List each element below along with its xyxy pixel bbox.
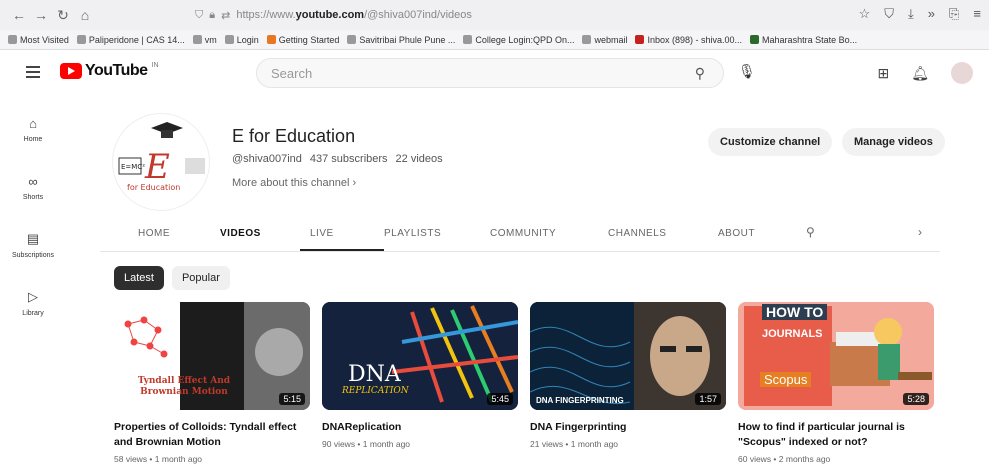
bookmark-item[interactable]: Inbox (898) - shiva.00... (635, 35, 742, 45)
bookmark-item[interactable]: College Login:QPD On... (463, 35, 574, 45)
video-title[interactable]: DNAReplication (322, 420, 518, 435)
shield-icon: ⛉ (195, 8, 204, 21)
video-title[interactable]: How to find if particular journal is "Sc… (738, 420, 934, 450)
download-icon[interactable]: ⤓ (908, 6, 914, 22)
video-card[interactable]: DNA REPLICATION 5:45 DNAReplication 90 v… (322, 302, 518, 449)
sidebar-item-home[interactable]: ⌂ Home (0, 100, 66, 158)
search-channel-icon[interactable]: ⚲ (806, 225, 815, 239)
subscriptions-icon: ▤ (26, 231, 40, 246)
thumbnail-text: DNA FINGERPRINTING (536, 396, 624, 405)
tab-home[interactable]: HOME (138, 228, 170, 239)
notifications-bell-icon[interactable]: 🔔︎ (911, 65, 929, 82)
search-input[interactable]: Search ⚲ (256, 58, 724, 88)
tab-about[interactable]: ABOUT (718, 228, 755, 239)
thumbnail-text: HOW TO (762, 304, 828, 320)
video-title[interactable]: Properties of Colloids: Tyndall effect a… (114, 420, 310, 450)
video-thumbnail[interactable]: DNA REPLICATION 5:45 (322, 302, 518, 410)
tab-videos[interactable]: VIDEOS (220, 228, 261, 239)
more-about-channel-link[interactable]: More about this channel › (232, 177, 356, 189)
yt-header: YouTube IN Search ⚲ 🎙︎ ⊞ 🔔︎ (0, 50, 989, 96)
hamburger-menu-icon[interactable] (26, 66, 40, 78)
chevron-right-icon: › (352, 177, 357, 189)
avatar[interactable] (951, 62, 973, 84)
video-meta: 58 views • 1 month ago (114, 454, 203, 464)
pocket-icon[interactable]: ⛉ (884, 6, 894, 22)
bookmark-item[interactable]: vm (192, 35, 217, 45)
youtube-play-icon (60, 63, 82, 79)
tab-playlists[interactable]: PLAYLISTS (384, 228, 441, 239)
sidebar-item-subscriptions[interactable]: ▤ Subscriptions (0, 216, 66, 274)
home-browser-icon[interactable]: ⌂ (74, 7, 96, 23)
channel-name: E for Education (232, 126, 356, 146)
video-thumbnail[interactable]: Tyndall Effect And Brownian Motion 5:15 (114, 302, 310, 410)
manage-videos-button[interactable]: Manage videos (842, 128, 945, 156)
channel-tabs: HOME VIDEOS LIVE PLAYLISTS COMMUNITY CHA… (100, 220, 940, 252)
video-thumbnail[interactable]: HOW TO JOURNALS Scopus 5:28 (738, 302, 934, 410)
search-icon[interactable]: ⚲ (695, 65, 705, 82)
permissions-icon: ⇄ (221, 9, 231, 22)
bookmark-item[interactable]: webmail (582, 35, 627, 45)
bookmark-item[interactable]: Getting Started (266, 35, 339, 45)
forward-icon[interactable]: → (30, 7, 52, 23)
video-thumbnail[interactable]: DNA FINGERPRINTING 1:57 (530, 302, 726, 410)
library-icon: ▷ (28, 289, 38, 304)
bookmark-item[interactable]: Most Visited (8, 35, 69, 45)
bookmark-item[interactable]: Login (224, 35, 259, 45)
tab-live[interactable]: LIVE (310, 228, 334, 239)
active-tab-indicator (300, 249, 384, 251)
reload-icon[interactable]: ↻ (52, 7, 74, 24)
thumbnail-subtext: JOURNALS (762, 328, 823, 340)
sidebar-item-shorts[interactable]: ∞ Shorts (0, 158, 66, 216)
youtube-logo[interactable]: YouTube IN (60, 62, 159, 80)
svg-text:for Education: for Education (127, 183, 180, 192)
video-meta: 60 views • 2 months ago (738, 454, 831, 464)
channel-avatar[interactable]: E=MC² E for Education (112, 113, 210, 211)
chevron-right-icon[interactable]: › (918, 225, 923, 239)
scopus-logo: Scopus (760, 372, 812, 387)
extensions-icon[interactable]: ⎘ (949, 6, 959, 22)
svg-text:E: E (144, 147, 170, 187)
chip-latest[interactable]: Latest (114, 266, 164, 290)
chip-popular[interactable]: Popular (171, 266, 230, 290)
thumbnail-text: Tyndall Effect And Brownian Motion (137, 376, 231, 397)
sort-chips: Latest Popular (114, 266, 230, 290)
customize-channel-button[interactable]: Customize channel (708, 128, 833, 156)
svg-text:E=MC²: E=MC² (121, 163, 145, 171)
video-card[interactable]: Tyndall Effect And Brownian Motion 5:15 … (114, 302, 310, 464)
duration-badge: 5:15 (279, 393, 305, 405)
thumbnail-text: DNA (348, 362, 401, 387)
bookmark-item[interactable]: Maharashtra State Bo... (750, 35, 857, 45)
duration-badge: 5:45 (487, 393, 513, 405)
duration-badge: 5:28 (903, 393, 929, 405)
home-icon: ⌂ (29, 115, 37, 131)
channel-meta: @shiva007ind 437 subscribers 22 videos (232, 153, 443, 165)
lock-icon: 🔒︎ (209, 8, 216, 21)
subscriber-count: 437 subscribers (309, 153, 388, 165)
microphone-icon[interactable]: 🎙︎ (738, 63, 756, 80)
tab-community[interactable]: COMMUNITY (490, 228, 556, 239)
shorts-icon: ∞ (28, 173, 38, 189)
back-icon[interactable]: ← (8, 7, 30, 23)
video-meta: 21 views • 1 month ago (530, 439, 619, 449)
browser-toolbar: ← → ↻ ⌂ ⛉ 🔒︎ ⇄ https://www.youtube.com/@… (0, 0, 989, 30)
bookmark-item[interactable]: Paliperidone | CAS 14... (76, 35, 185, 45)
video-card[interactable]: HOW TO JOURNALS Scopus 5:28 How to find … (738, 302, 934, 464)
channel-handle: @shiva007ind (232, 153, 302, 165)
sidebar: ⌂ Home ∞ Shorts ▤ Subscriptions ▷ Librar… (0, 100, 66, 332)
menu-icon[interactable]: ≡ (973, 6, 981, 22)
video-card[interactable]: DNA FINGERPRINTING 1:57 DNA Fingerprinti… (530, 302, 726, 449)
video-meta: 90 views • 1 month ago (322, 439, 411, 449)
bookmark-item[interactable]: Savitribai Phule Pune ... (347, 35, 455, 45)
video-count: 22 videos (395, 153, 443, 165)
bookmarks-bar: Most Visited Paliperidone | CAS 14... vm… (0, 30, 989, 50)
url-bar[interactable]: ⛉ 🔒︎ ⇄ https://www.youtube.com/@shiva007… (195, 4, 795, 26)
duration-badge: 1:57 (695, 393, 721, 405)
bookmark-star-icon[interactable]: ☆ (859, 6, 871, 22)
tab-channels[interactable]: CHANNELS (608, 228, 666, 239)
create-video-icon[interactable]: ⊞ (877, 65, 889, 82)
thumbnail-subtext: REPLICATION (342, 386, 409, 396)
video-title[interactable]: DNA Fingerprinting (530, 420, 726, 435)
sidebar-item-library[interactable]: ▷ Library (0, 274, 66, 332)
overflow-icon[interactable]: » (928, 6, 935, 22)
